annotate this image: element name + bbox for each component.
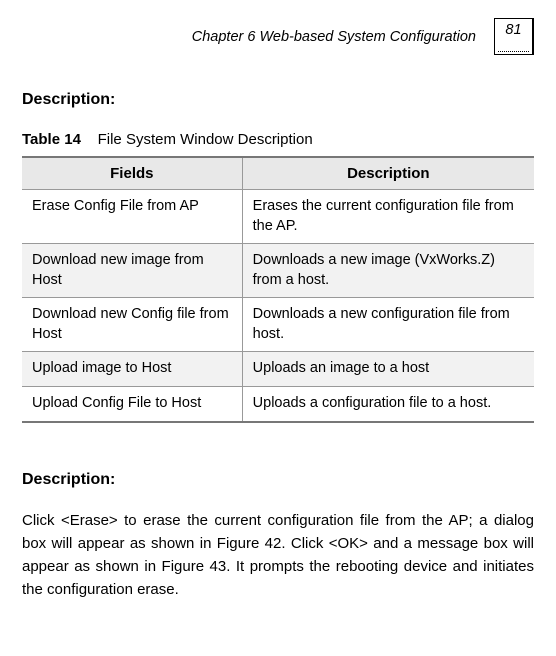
table-caption-text: File System Window Description xyxy=(98,131,313,148)
cell-desc: Uploads an image to a host xyxy=(242,352,534,387)
cell-field: Upload Config File to Host xyxy=(22,386,242,421)
cell-field: Download new image from Host xyxy=(22,244,242,298)
cell-desc: Downloads a new image (VxWorks.Z) from a… xyxy=(242,244,534,298)
chapter-title: Chapter 6 Web-based System Configuration xyxy=(192,29,476,45)
table-row: Upload image to Host Uploads an image to… xyxy=(22,352,534,387)
cell-desc: Uploads a configuration file to a host. xyxy=(242,386,534,421)
cell-desc: Erases the current configuration file fr… xyxy=(242,190,534,244)
col-header-description: Description xyxy=(242,157,534,190)
table-row: Download new image from Host Downloads a… xyxy=(22,244,534,298)
description-heading-1: Description: xyxy=(22,91,534,109)
page-number-box: 81 xyxy=(494,18,534,55)
page-number: 81 xyxy=(505,22,521,38)
cell-field: Download new Config file from Host xyxy=(22,298,242,352)
table-caption: Table 14 File System Window Description xyxy=(22,131,534,148)
table-row: Download new Config file from Host Downl… xyxy=(22,298,534,352)
table-caption-label: Table 14 xyxy=(22,131,81,148)
table-row: Upload Config File to Host Uploads a con… xyxy=(22,386,534,421)
body-paragraph: Click <Erase> to erase the current confi… xyxy=(22,509,534,602)
cell-desc: Downloads a new configuration file from … xyxy=(242,298,534,352)
col-header-fields: Fields xyxy=(22,157,242,190)
cell-field: Upload image to Host xyxy=(22,352,242,387)
description-heading-2: Description: xyxy=(22,471,534,489)
table-row: Erase Config File from AP Erases the cur… xyxy=(22,190,534,244)
page-header: Chapter 6 Web-based System Configuration… xyxy=(22,18,534,55)
cell-field: Erase Config File from AP xyxy=(22,190,242,244)
description-table: Fields Description Erase Config File fro… xyxy=(22,156,534,423)
